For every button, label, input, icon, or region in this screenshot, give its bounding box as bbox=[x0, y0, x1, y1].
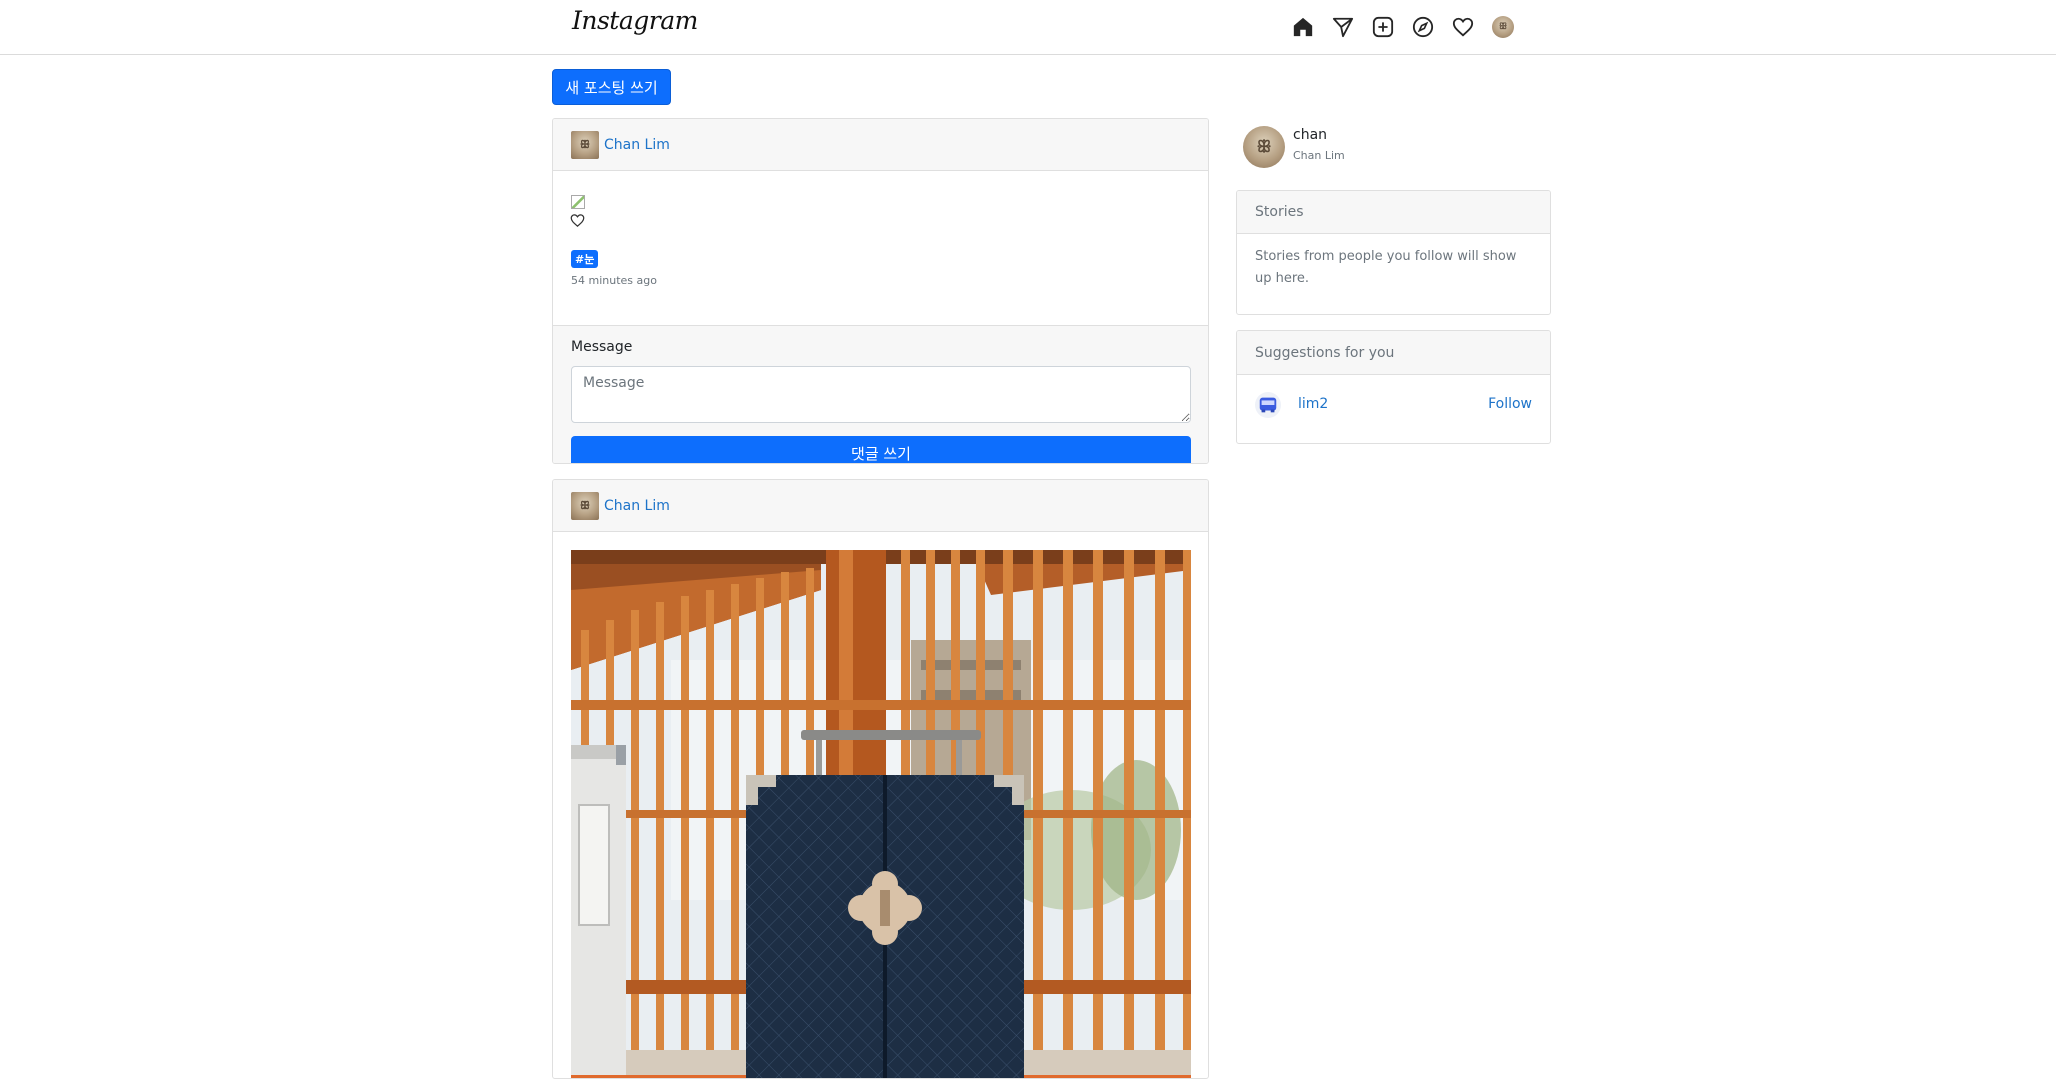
instagram-logo[interactable]: Instagram bbox=[572, 6, 698, 35]
comment-label: Message bbox=[571, 339, 633, 355]
bus-avatar-icon bbox=[1259, 397, 1277, 413]
post-card: ꕥ Chan Lim bbox=[552, 479, 1209, 1079]
post-card: ꕥ Chan Lim #눈 54 minutes ago Message 댓글 … bbox=[552, 118, 1209, 464]
nav-icons: ꕥ bbox=[1290, 14, 1516, 40]
sidebar-username[interactable]: chan bbox=[1293, 127, 1327, 143]
sidebar-fullname: Chan Lim bbox=[1293, 149, 1345, 162]
stories-title: Stories bbox=[1255, 204, 1304, 220]
post-body: #눈 54 minutes ago bbox=[553, 171, 1208, 326]
stories-header: Stories bbox=[1237, 191, 1550, 234]
comment-form: Message 댓글 쓰기 bbox=[553, 326, 1208, 463]
new-post-icon[interactable] bbox=[1370, 14, 1396, 40]
suggestions-card: Suggestions for you lim2 Follow bbox=[1236, 330, 1551, 444]
explore-icon[interactable] bbox=[1410, 14, 1436, 40]
broken-image-icon bbox=[571, 195, 585, 209]
comment-submit-button[interactable]: 댓글 쓰기 bbox=[571, 436, 1191, 463]
post-header: ꕥ Chan Lim bbox=[553, 119, 1208, 171]
author-name-link[interactable]: Chan Lim bbox=[604, 137, 670, 153]
author-avatar[interactable]: ꕥ bbox=[571, 130, 599, 159]
sidebar-avatar[interactable]: ꕥ bbox=[1243, 126, 1285, 168]
post-photo[interactable] bbox=[571, 550, 1191, 1078]
stories-body: Stories from people you follow will show… bbox=[1255, 249, 1517, 286]
author-avatar[interactable]: ꕥ bbox=[571, 491, 599, 520]
suggestion-item: lim2 Follow bbox=[1237, 375, 1550, 443]
suggestions-title: Suggestions for you bbox=[1255, 344, 1395, 361]
activity-icon[interactable] bbox=[1450, 14, 1476, 40]
top-navbar: Instagram ꕥ bbox=[0, 0, 2056, 55]
suggestion-username[interactable]: lim2 bbox=[1298, 396, 1328, 412]
sidebar-profile: ꕥ chan Chan Lim bbox=[1243, 124, 1543, 170]
comment-input[interactable] bbox=[571, 366, 1191, 423]
hashtag-badge[interactable]: #눈 bbox=[571, 250, 599, 268]
post-header: ꕥ Chan Lim bbox=[553, 480, 1208, 532]
direct-icon[interactable] bbox=[1330, 14, 1356, 40]
suggestion-avatar[interactable] bbox=[1255, 392, 1281, 418]
post-photo-image bbox=[571, 550, 1191, 1078]
author-name-link[interactable]: Chan Lim bbox=[604, 498, 670, 514]
new-post-button[interactable]: 새 포스팅 쓰기 bbox=[552, 69, 671, 105]
suggestions-header: Suggestions for you bbox=[1237, 331, 1550, 375]
home-icon[interactable] bbox=[1290, 14, 1316, 40]
post-timestamp: 54 minutes ago bbox=[571, 274, 657, 287]
like-heart-icon[interactable] bbox=[570, 213, 585, 228]
profile-avatar-image: ꕥ bbox=[1492, 16, 1514, 38]
stories-card: Stories Stories from people you follow w… bbox=[1236, 190, 1551, 315]
profile-avatar[interactable]: ꕥ bbox=[1490, 14, 1516, 40]
follow-button[interactable]: Follow bbox=[1488, 396, 1532, 412]
